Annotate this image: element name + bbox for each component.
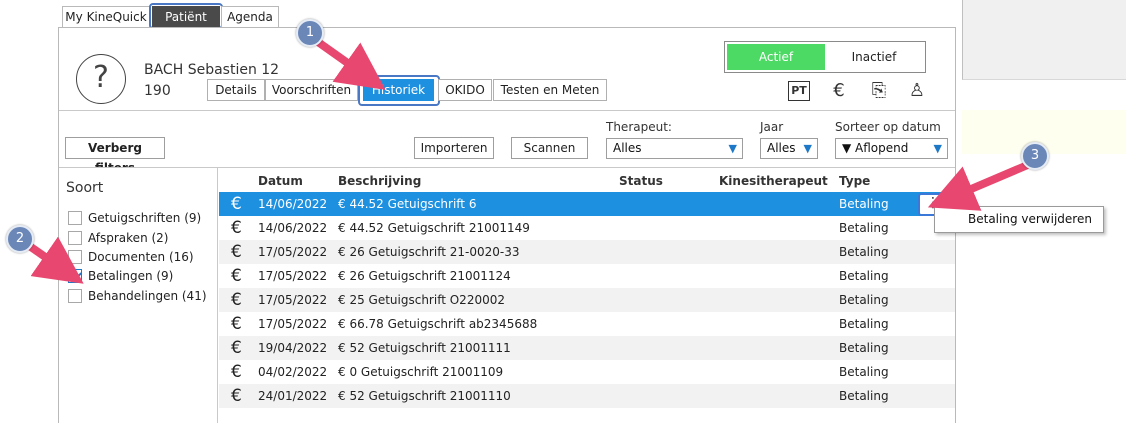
callout-badge-1: 1 — [296, 19, 324, 47]
callout-arrow-3 — [927, 160, 1032, 211]
callout-badge-2: 2 — [6, 225, 34, 253]
callout-arrows — [25, 38, 1032, 284]
callout-arrow-2 — [25, 236, 84, 284]
callout-arrow-1 — [315, 38, 386, 90]
callout-badge-3: 3 — [1021, 142, 1049, 170]
